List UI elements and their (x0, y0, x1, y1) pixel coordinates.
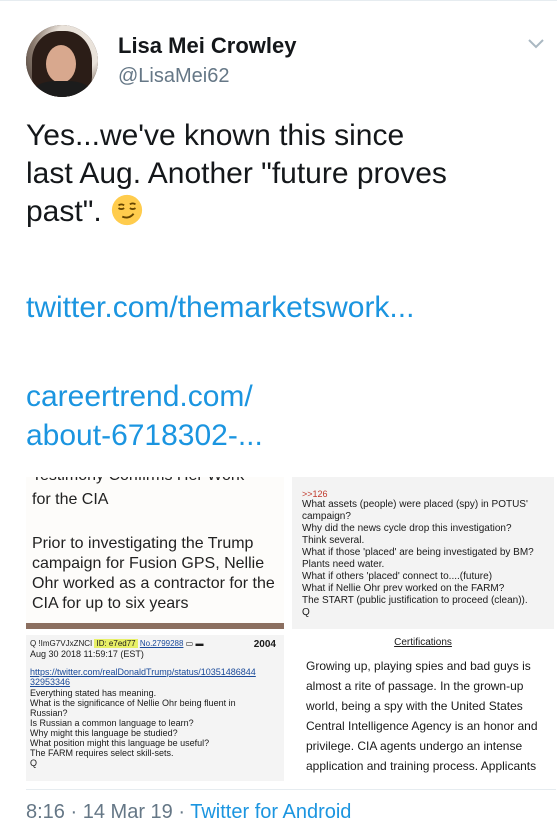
separator: · (178, 801, 186, 823)
media-grid[interactable]: Testimony Confirms Her Work for the CIA … (26, 477, 554, 781)
tweet-text-line-end: past". (26, 195, 102, 228)
tweet-text-line: past". (26, 193, 536, 231)
media-image-1[interactable]: Testimony Confirms Her Work for the CIA … (26, 477, 284, 629)
tweet: Lisa Mei Crowley @LisaMei62 Yes...we've … (0, 0, 557, 837)
image-text: almost a rite of passage. In the grown-u… (306, 679, 524, 693)
tweet-text-line: Yes...we've known this since (26, 119, 405, 152)
tweet-date[interactable]: 14 Mar 19 (83, 801, 173, 823)
image-text: Why did the news cycle drop this investi… (302, 523, 512, 534)
image-text: Ohr worked as a contractor for the (32, 575, 275, 592)
image-text: Q (302, 607, 310, 618)
image-text: Think several. (302, 535, 365, 546)
post-count: 2004 (253, 639, 276, 650)
image-text: What position might this language be use… (30, 738, 210, 748)
link-careertrend-line1[interactable]: careertrend.com/ (26, 378, 253, 416)
image-text: campaign for Fusion GPS, Nellie (32, 555, 265, 572)
post-url: https://twitter.com/realDonaldTrump/stat… (30, 667, 256, 677)
avatar[interactable] (26, 25, 98, 97)
image-text: The FARM requires select skill-sets. (30, 748, 174, 758)
tweet-text-line: last Aug. Another "future proves (26, 157, 447, 190)
post-url: 32953346 (30, 677, 71, 687)
image-text: What if Nellie Ohr prev worked on the FA… (302, 583, 505, 594)
post-id: ID: e7ed77 (94, 639, 138, 648)
post-meta: Q !ImG7VJxZNCI ID: e7ed77 No.2799288 ▭ ▬ (30, 639, 204, 648)
image-text: What assets (people) were placed (spy) i… (302, 499, 528, 510)
image-text: privilege. CIA agents undergo an intense (306, 739, 523, 753)
image-text: Prior to investigating the Trump (32, 535, 254, 552)
tweet-text: Yes...we've known this since last Aug. A… (26, 117, 536, 231)
author-handle[interactable]: @LisaMei62 (118, 65, 229, 88)
tweet-source-link[interactable]: Twitter for Android (190, 801, 351, 823)
image-text: application and training process. Applic… (306, 759, 537, 773)
image-text: campaign? (302, 511, 351, 522)
image-divider (26, 623, 284, 629)
image-text: Russian? (30, 708, 68, 718)
post-reference: >>126 (302, 489, 328, 499)
separator: · (70, 801, 78, 823)
chevron-down-icon[interactable] (525, 35, 547, 53)
media-image-2[interactable]: >>126 What assets (people) were placed (… (292, 477, 554, 629)
image-text: world, being a spy with the United State… (306, 699, 523, 713)
image-text: Testimony Confirms Her Work (32, 477, 244, 485)
post-date: Aug 30 2018 11:59:17 (EST) (30, 649, 144, 659)
author-display-name[interactable]: Lisa Mei Crowley (118, 33, 297, 59)
image-heading: Certifications (394, 637, 452, 648)
image-text: for the CIA (32, 491, 109, 508)
image-text: What if others 'placed' connect to....(f… (302, 571, 493, 582)
image-text: Plants need water. (302, 559, 385, 570)
post-number: No.2799288 (139, 639, 184, 648)
image-text: Q (30, 758, 38, 768)
image-text: Why might this language be studied? (30, 728, 178, 738)
image-text: The START (public justification to proce… (302, 595, 528, 606)
image-text: Central Intelligence Agency is an honor … (306, 719, 538, 733)
smirking-face-icon (111, 194, 143, 226)
post-trip: Q !ImG7VJxZNCI (30, 639, 93, 648)
link-twitter[interactable]: twitter.com/themarketswork... (26, 289, 414, 327)
media-image-3[interactable]: Q !ImG7VJxZNCI ID: e7ed77 No.2799288 ▭ ▬… (26, 635, 284, 781)
footer-divider (26, 789, 556, 790)
image-text: Growing up, playing spies and bad guys i… (306, 659, 531, 673)
image-text: CIA for up to six years (32, 595, 189, 612)
image-text: What is the significance of Nellie Ohr b… (30, 698, 236, 708)
media-image-4[interactable]: Certifications Growing up, playing spies… (292, 635, 554, 781)
image-text: Is Russian a common language to learn? (30, 718, 194, 728)
image-text: Everything stated has meaning. (30, 688, 157, 698)
image-text: What if those 'placed' are being investi… (302, 547, 534, 558)
link-careertrend-line2[interactable]: about-6718302-... (26, 417, 263, 455)
tweet-time[interactable]: 8:16 (26, 801, 65, 823)
tweet-footer: 8:16 · 14 Mar 19 · Twitter for Android (26, 801, 351, 824)
